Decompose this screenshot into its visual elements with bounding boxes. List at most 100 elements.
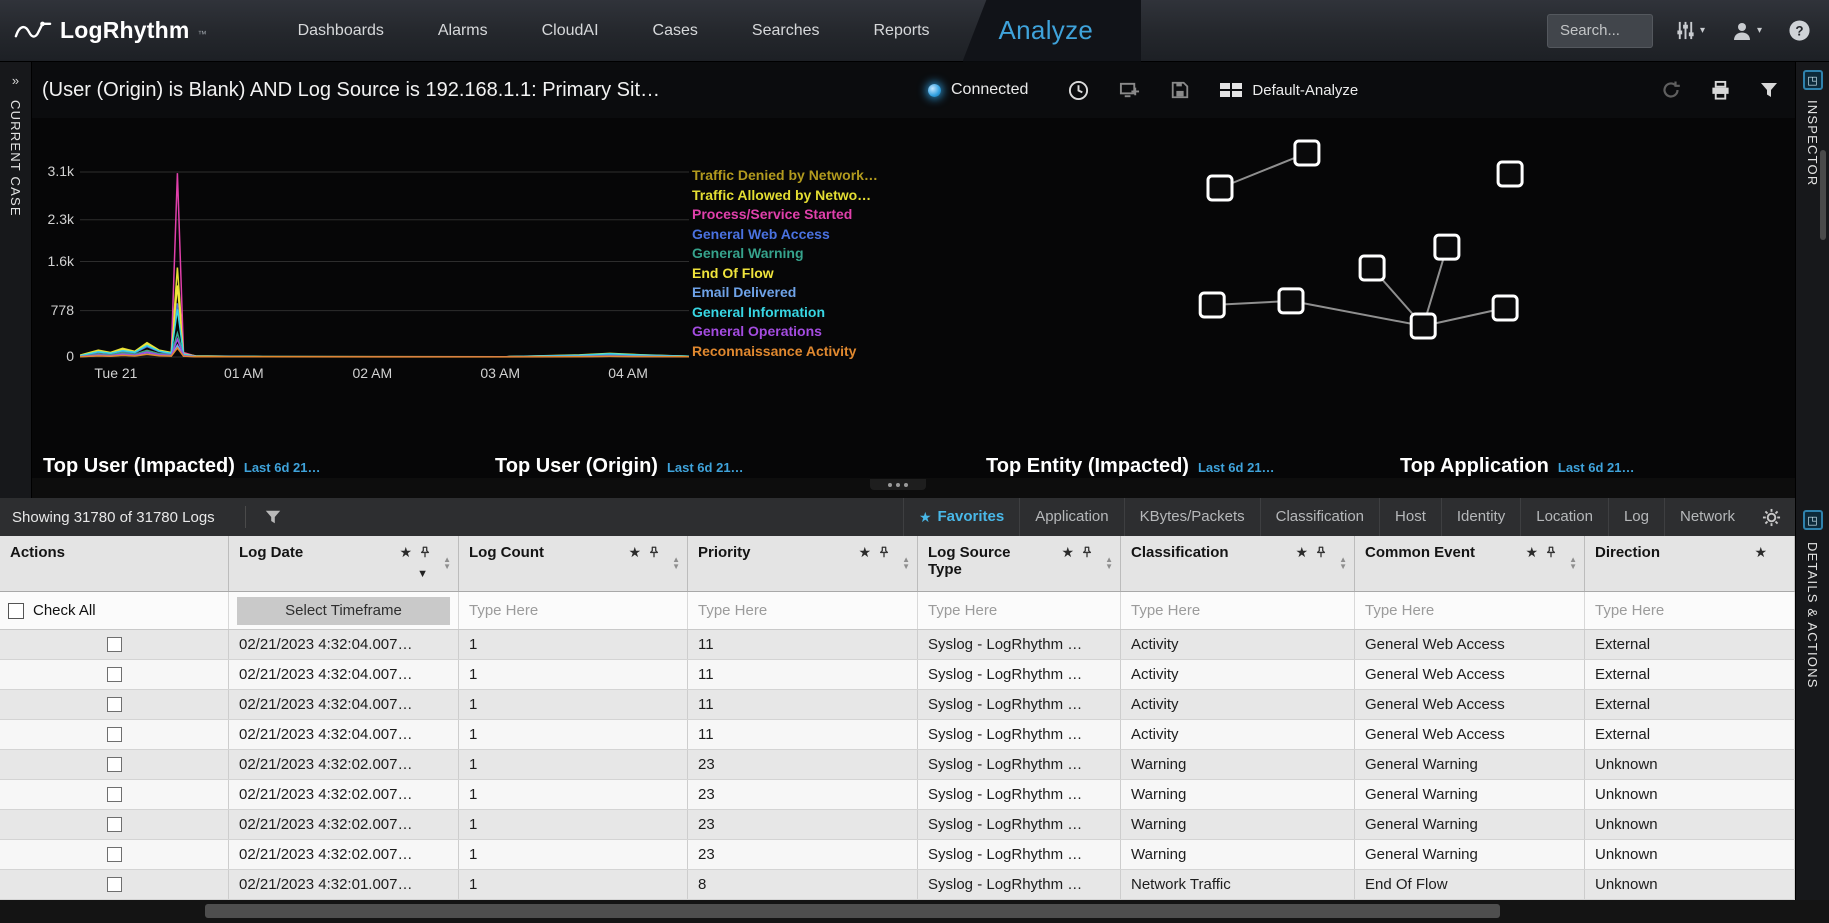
favorite-column-icon[interactable]: ★ bbox=[1754, 545, 1767, 559]
filter-input-priority[interactable] bbox=[696, 601, 909, 620]
check-all[interactable]: Check All bbox=[8, 602, 96, 619]
grid-settings-button[interactable] bbox=[1762, 508, 1781, 527]
logrhythm-logo[interactable]: LogRhythm ™ bbox=[0, 17, 207, 44]
sort-toggle-icon[interactable]: ▲▼ bbox=[1105, 556, 1113, 570]
column-header-priority[interactable]: Priority★▲▼ bbox=[688, 536, 918, 591]
filter-input-classification[interactable] bbox=[1129, 601, 1346, 620]
horizontal-scrollbar[interactable] bbox=[0, 900, 1829, 923]
cell-log-date: 02/21/2023 4:32:02.007… bbox=[229, 810, 459, 839]
row-select-checkbox[interactable] bbox=[107, 727, 122, 742]
save-search-button[interactable] bbox=[1170, 80, 1190, 100]
grid-tab-location[interactable]: Location bbox=[1520, 498, 1608, 536]
nav-item-dashboards[interactable]: Dashboards bbox=[271, 0, 411, 61]
add-to-dashboard-button[interactable] bbox=[1119, 80, 1140, 101]
sort-toggle-icon[interactable]: ▲▼ bbox=[1569, 556, 1577, 570]
panel-timeframe[interactable]: Last 6d 21… bbox=[1198, 460, 1275, 475]
grid-tab-log[interactable]: Log bbox=[1608, 498, 1664, 536]
grid-tab-application[interactable]: Application bbox=[1019, 498, 1123, 536]
table-row: 02/21/2023 4:32:04.007…111Syslog - LogRh… bbox=[0, 660, 1795, 690]
cell-priority: 11 bbox=[688, 660, 918, 689]
filter-input-direction[interactable] bbox=[1593, 601, 1786, 620]
sort-toggle-icon[interactable]: ▲▼ bbox=[1339, 556, 1347, 570]
grid-tab-network[interactable]: Network bbox=[1664, 498, 1750, 536]
column-header-actions[interactable]: Actions bbox=[0, 536, 229, 591]
filter-input-log-source-type[interactable] bbox=[926, 601, 1112, 620]
pin-column-icon[interactable] bbox=[1315, 546, 1327, 558]
panel-timeframe[interactable]: Last 6d 21… bbox=[1558, 460, 1635, 475]
row-select-checkbox[interactable] bbox=[107, 697, 122, 712]
nav-item-searches[interactable]: Searches bbox=[725, 0, 847, 61]
favorite-column-icon[interactable]: ★ bbox=[1295, 545, 1308, 559]
cell-actions bbox=[0, 630, 229, 659]
layout-select[interactable]: Default-Analyze bbox=[1220, 82, 1358, 99]
grid-tab-identity[interactable]: Identity bbox=[1441, 498, 1520, 536]
chart-vertical-scrollbar-thumb[interactable] bbox=[1820, 150, 1826, 240]
user-menu-button[interactable]: ▾ bbox=[1731, 20, 1762, 42]
sort-toggle-icon[interactable]: ▲▼ bbox=[902, 556, 910, 570]
grid-filter-button[interactable] bbox=[264, 508, 282, 526]
connection-status: Connected bbox=[928, 81, 1028, 99]
time-range-button[interactable] bbox=[1068, 80, 1089, 101]
row-select-checkbox[interactable] bbox=[107, 817, 122, 832]
filter-button[interactable] bbox=[1759, 80, 1779, 100]
print-button[interactable] bbox=[1710, 80, 1731, 101]
pin-column-icon[interactable] bbox=[878, 546, 890, 558]
grid-tab-classification[interactable]: Classification bbox=[1260, 498, 1379, 536]
pin-column-icon[interactable] bbox=[648, 546, 660, 558]
horizontal-scrollbar-thumb[interactable] bbox=[205, 904, 1500, 918]
expand-inspector-button[interactable]: ◳ bbox=[1803, 70, 1823, 90]
column-header-common-event[interactable]: Common Event★▲▼ bbox=[1355, 536, 1585, 591]
column-header-classification[interactable]: Classification★▲▼ bbox=[1121, 536, 1355, 591]
undo-button[interactable] bbox=[1660, 79, 1682, 101]
pin-column-icon[interactable] bbox=[1081, 546, 1093, 558]
table-filter-row: Check All Select Timeframe bbox=[0, 592, 1795, 630]
help-button[interactable]: ? bbox=[1788, 19, 1811, 42]
nav-item-cloudai[interactable]: CloudAI bbox=[515, 0, 626, 61]
column-header-log-count[interactable]: Log Count★▲▼ bbox=[459, 536, 688, 591]
current-case-panel-tab[interactable]: » CURRENT CASE bbox=[0, 62, 32, 498]
filter-input-common-event[interactable] bbox=[1363, 601, 1576, 620]
select-timeframe-button[interactable]: Select Timeframe bbox=[237, 597, 450, 625]
column-header-log-date[interactable]: Log Date★▲▼▼ bbox=[229, 536, 459, 591]
logrhythm-analyze-app: LogRhythm ™ DashboardsAlarmsCloudAICases… bbox=[0, 0, 1829, 923]
favorite-column-icon[interactable]: ★ bbox=[1061, 545, 1074, 559]
panel-timeframe[interactable]: Last 6d 21… bbox=[244, 460, 321, 475]
favorite-column-icon[interactable]: ★ bbox=[1525, 545, 1538, 559]
favorite-column-icon[interactable]: ★ bbox=[399, 545, 412, 559]
expand-current-case-icon[interactable]: » bbox=[6, 70, 26, 90]
cell-common-event: General Warning bbox=[1355, 750, 1585, 779]
filter-input-log-count[interactable] bbox=[467, 601, 679, 620]
pin-column-icon[interactable] bbox=[419, 546, 431, 558]
column-header-log-source-type[interactable]: Log Source Type★▲▼ bbox=[918, 536, 1121, 591]
grid-tab-kbytes-packets[interactable]: KBytes/Packets bbox=[1124, 498, 1260, 536]
global-search-input[interactable] bbox=[1547, 14, 1653, 48]
row-select-checkbox[interactable] bbox=[107, 847, 122, 862]
row-select-checkbox[interactable] bbox=[107, 757, 122, 772]
nav-item-reports[interactable]: Reports bbox=[847, 0, 957, 61]
pin-column-icon[interactable] bbox=[1545, 546, 1557, 558]
column-header-direction[interactable]: Direction★ bbox=[1585, 536, 1795, 591]
favorite-column-icon[interactable]: ★ bbox=[628, 545, 641, 559]
row-select-checkbox[interactable] bbox=[107, 787, 122, 802]
save-icon bbox=[1170, 80, 1190, 100]
panel-splitter[interactable] bbox=[0, 478, 1795, 498]
grid-tab-favorites[interactable]: ★Favorites bbox=[903, 498, 1019, 536]
expand-details-button[interactable]: ◳ bbox=[1803, 510, 1823, 530]
tab-analyze[interactable]: Analyze bbox=[963, 0, 1142, 62]
row-select-checkbox[interactable] bbox=[107, 637, 122, 652]
cell-direction: External bbox=[1585, 720, 1795, 749]
row-select-checkbox[interactable] bbox=[107, 877, 122, 892]
check-all-checkbox[interactable] bbox=[8, 603, 24, 619]
log-grid: Showing 31780 of 31780 Logs ★FavoritesAp… bbox=[0, 498, 1795, 900]
nav-item-alarms[interactable]: Alarms bbox=[411, 0, 515, 61]
nav-item-cases[interactable]: Cases bbox=[626, 0, 725, 61]
row-select-checkbox[interactable] bbox=[107, 667, 122, 682]
grid-tab-host[interactable]: Host bbox=[1379, 498, 1441, 536]
sort-toggle-icon[interactable]: ▲▼ bbox=[672, 556, 680, 570]
display-settings-button[interactable]: ▾ bbox=[1675, 20, 1705, 41]
sort-toggle-icon[interactable]: ▲▼ bbox=[443, 556, 451, 570]
splitter-grip-icon[interactable] bbox=[870, 479, 926, 490]
panel-timeframe[interactable]: Last 6d 21… bbox=[667, 460, 744, 475]
favorite-column-icon[interactable]: ★ bbox=[858, 545, 871, 559]
cell-log-source-type: Syslog - LogRhythm … bbox=[918, 870, 1121, 899]
